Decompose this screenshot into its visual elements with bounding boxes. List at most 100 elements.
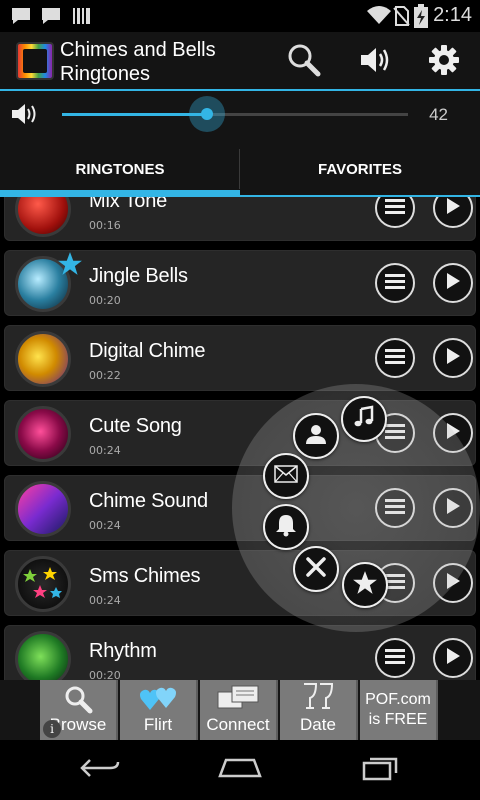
- ringtone-artwork: [15, 406, 71, 462]
- play-icon: [445, 197, 461, 219]
- assign-contact-button[interactable]: [293, 413, 339, 459]
- ad-pof-promo-text: POF.com is FREE: [365, 691, 431, 728]
- status-bar: 2:14: [0, 0, 480, 32]
- volume-slider-thumb[interactable]: [189, 96, 226, 132]
- search-icon: [287, 43, 321, 81]
- play-icon: [445, 272, 461, 294]
- home-button[interactable]: [210, 752, 270, 788]
- ringtone-row[interactable]: Mix Tone 00:16: [4, 197, 476, 241]
- wine-glasses-icon: [300, 682, 336, 718]
- recents-icon: [360, 755, 400, 785]
- ringtone-menu-button[interactable]: [375, 638, 415, 678]
- ringtone-menu-button[interactable]: [375, 197, 415, 228]
- ringtone-row[interactable]: Digital Chime 00:22: [4, 325, 476, 391]
- chat-icon: [40, 6, 62, 30]
- hamburger-icon: [385, 198, 405, 218]
- volume-button[interactable]: [354, 40, 398, 84]
- ringtone-artwork: [15, 331, 71, 387]
- action-bar: Chimes and Bells Ringtones: [0, 32, 480, 90]
- wifi-icon: [366, 5, 392, 29]
- set-ringtone-button[interactable]: [341, 396, 387, 442]
- ringtone-play-button[interactable]: [433, 338, 473, 378]
- ad-connect-label: Connect: [206, 715, 270, 734]
- ringtone-menu-button[interactable]: [375, 338, 415, 378]
- hamburger-icon: [385, 348, 405, 368]
- tab-ringtones[interactable]: RINGTONES: [0, 141, 240, 197]
- chat-bubbles-icon: [216, 684, 260, 718]
- hamburger-icon: [385, 648, 405, 668]
- volume-row: 42: [0, 91, 480, 141]
- ringtone-menu-button[interactable]: [375, 263, 415, 303]
- back-button[interactable]: [70, 752, 130, 788]
- envelope-icon: [274, 465, 298, 487]
- tab-selected-indicator: [0, 190, 240, 196]
- volume-slider[interactable]: [62, 96, 408, 132]
- play-icon: [445, 647, 461, 669]
- battery-charging-icon: [414, 4, 428, 32]
- ringtone-row[interactable]: Rhythm 00:20: [4, 625, 476, 680]
- recents-button[interactable]: [350, 752, 410, 788]
- tab-bar: RINGTONES FAVORITES: [0, 141, 480, 197]
- add-favorite-button[interactable]: [342, 562, 388, 608]
- settings-button[interactable]: [422, 40, 466, 84]
- ad-banner[interactable]: Browse i Flirt Connect Date POF.com is F…: [0, 680, 480, 740]
- chat-icon: [10, 6, 32, 30]
- ringtone-artwork: [15, 556, 71, 612]
- settings-icon: [428, 44, 460, 80]
- app-title: Chimes and Bells Ringtones: [60, 39, 216, 85]
- ringtone-title: Chime Sound: [89, 490, 208, 512]
- ringtone-title: Rhythm: [89, 640, 157, 662]
- ringtone-play-button[interactable]: [433, 197, 473, 228]
- play-icon: [445, 347, 461, 369]
- ringtone-title: Cute Song: [89, 415, 182, 437]
- favorite-star-icon[interactable]: [57, 251, 83, 281]
- ad-connect[interactable]: Connect: [200, 680, 278, 740]
- contact-icon: [305, 423, 327, 449]
- close-icon: [305, 556, 327, 582]
- hamburger-icon: [385, 273, 405, 293]
- ringtone-play-button[interactable]: [433, 638, 473, 678]
- set-alarm-button[interactable]: [263, 504, 309, 550]
- ringtone-duration: 00:24: [89, 444, 121, 457]
- navigation-bar: [0, 740, 480, 800]
- status-time: 2:14: [433, 4, 472, 26]
- radial-menu: [232, 384, 480, 632]
- barcode-icon: [72, 6, 92, 30]
- ringtone-row[interactable]: Jingle Bells 00:20: [4, 250, 476, 316]
- ringtone-play-button[interactable]: [433, 263, 473, 303]
- home-icon: [216, 756, 264, 784]
- ringtone-artwork: [15, 481, 71, 537]
- search-button[interactable]: [282, 40, 326, 84]
- close-menu-button[interactable]: [293, 546, 339, 592]
- ad-pof-promo[interactable]: POF.com is FREE: [360, 680, 438, 740]
- ad-flirt-label: Flirt: [143, 715, 173, 734]
- volume-icon: [359, 45, 393, 79]
- music-note-icon: [352, 405, 376, 433]
- ad-flirt[interactable]: Flirt: [120, 680, 198, 740]
- back-icon: [78, 756, 122, 784]
- magnifier-icon: [63, 684, 93, 718]
- ad-info-icon[interactable]: i: [43, 720, 61, 738]
- ad-date-label: Date: [300, 715, 336, 734]
- ringtone-artwork: [15, 631, 71, 680]
- app-icon[interactable]: [16, 42, 54, 80]
- ringtone-title: Jingle Bells: [89, 265, 188, 287]
- ringtone-title: Mix Tone: [89, 197, 168, 212]
- ringtone-duration: 00:22: [89, 369, 121, 382]
- volume-slider-fill: [62, 113, 208, 116]
- ringtone-title: Digital Chime: [89, 340, 206, 362]
- ringtone-title: Sms Chimes: [89, 565, 201, 587]
- hearts-icon: [138, 684, 178, 718]
- stars-artwork: [23, 567, 62, 598]
- speaker-icon: [10, 101, 40, 131]
- volume-value: 42: [429, 105, 448, 124]
- ringtone-duration: 00:24: [89, 594, 121, 607]
- ringtone-duration: 00:20: [89, 669, 121, 680]
- ringtone-artwork: [15, 197, 71, 237]
- tab-favorites[interactable]: FAVORITES: [240, 141, 480, 197]
- ad-date[interactable]: Date: [280, 680, 358, 740]
- set-sms-tone-button[interactable]: [263, 453, 309, 499]
- ringtone-duration: 00:16: [89, 219, 121, 232]
- no-sim-icon: [392, 6, 410, 30]
- ringtone-duration: 00:24: [89, 519, 121, 532]
